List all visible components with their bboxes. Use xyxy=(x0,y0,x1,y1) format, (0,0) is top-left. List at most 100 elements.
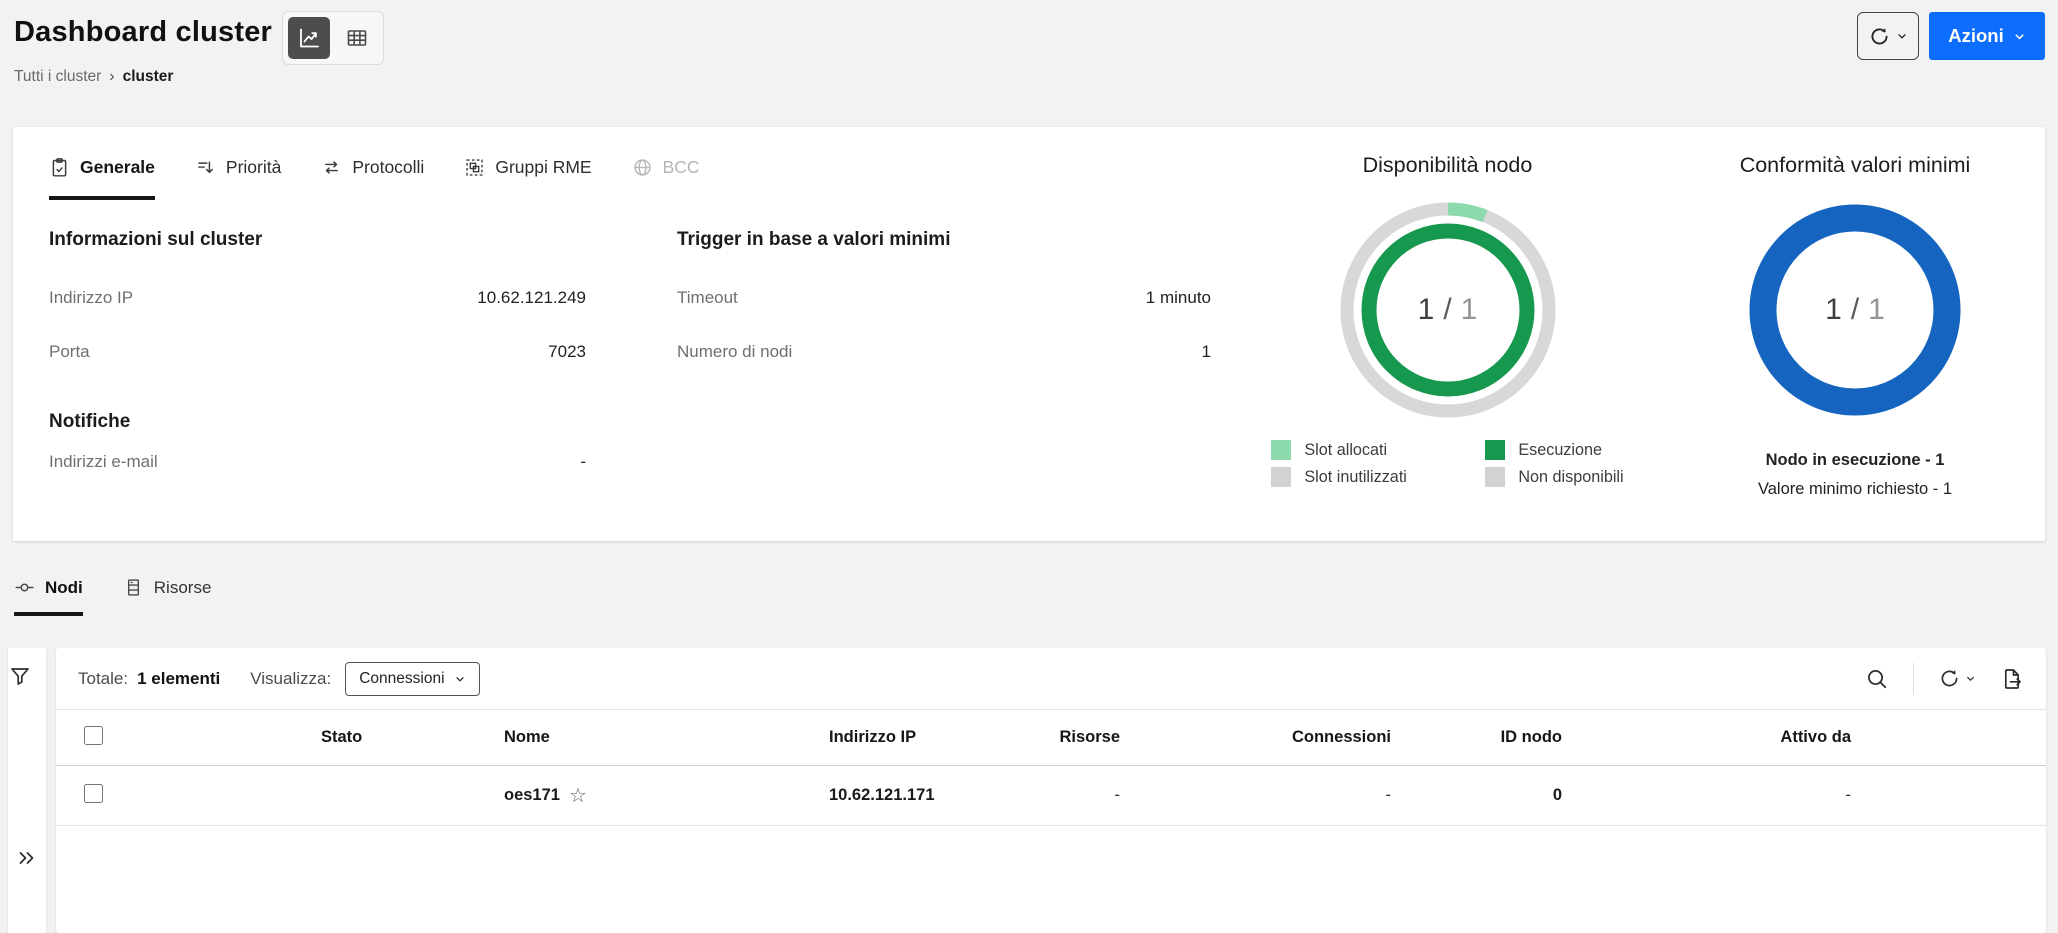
view-label: Visualizza: xyxy=(250,669,331,689)
tab-label: Priorità xyxy=(226,157,281,178)
tab-risorse[interactable]: Risorse xyxy=(123,577,212,616)
total-label: Totale: xyxy=(78,669,128,689)
info-label: Indirizzo IP xyxy=(49,288,133,308)
legend-swatch xyxy=(1485,467,1505,487)
breadcrumb-current: cluster xyxy=(123,68,174,86)
double-chevron-right-icon xyxy=(15,846,39,870)
tab-nodi[interactable]: Nodi xyxy=(14,577,83,616)
table-toolbar: Totale: 1 elementi Visualizza: Connessio… xyxy=(56,648,2046,710)
legend-item-esecuzione: Esecuzione xyxy=(1485,440,1623,460)
section-title: Trigger in base a valori minimi xyxy=(677,227,1211,253)
table-toolbar-actions xyxy=(1865,663,2024,695)
info-value: - xyxy=(580,452,586,472)
clipboard-check-icon xyxy=(49,157,70,178)
ratio-separator: / xyxy=(1851,293,1859,327)
tab-generale[interactable]: Generale xyxy=(49,157,155,200)
node-attivo-da: - xyxy=(1562,786,1851,805)
column-header-id-nodo: ID nodo xyxy=(1391,728,1562,747)
availability-donut: 1 / 1 xyxy=(1332,194,1564,426)
tab-label: Generale xyxy=(80,157,155,178)
info-row-email: Indirizzi e-mail - xyxy=(49,435,586,489)
chevron-down-icon xyxy=(2013,30,2026,43)
refresh-icon xyxy=(1868,25,1891,48)
chart-view-button[interactable] xyxy=(288,17,330,59)
legend-swatch xyxy=(1271,440,1291,460)
filter-button[interactable] xyxy=(8,664,32,688)
column-header-attivo-da: Attivo da xyxy=(1562,728,1851,747)
legend-label: Slot inutilizzati xyxy=(1304,468,1407,487)
column-header-stato: Stato xyxy=(126,728,456,747)
legend-swatch xyxy=(1271,467,1291,487)
tab-bcc: BCC xyxy=(632,157,700,200)
tab-priorita[interactable]: Priorità xyxy=(195,157,281,200)
tab-gruppi-rme[interactable]: Gruppi RME xyxy=(464,157,591,200)
export-button[interactable] xyxy=(2000,667,2024,691)
refresh-icon xyxy=(1938,667,1961,690)
node-name[interactable]: oes171 xyxy=(504,786,560,805)
compliance-annotation: Nodo in esecuzione - 1 Valore minimo ric… xyxy=(1665,446,2045,504)
chart-title: Conformità valori minimi xyxy=(1665,153,2045,178)
info-value: 1 minuto xyxy=(1146,288,1211,308)
running-count: 1 xyxy=(1418,293,1435,327)
legend-item-slot-allocati: Slot allocati xyxy=(1271,440,1461,460)
legend-item-non-disponibili: Non disponibili xyxy=(1485,467,1623,487)
info-value: 7023 xyxy=(548,342,586,362)
info-value: 10.62.121.249 xyxy=(477,288,586,308)
total-count: 1 elementi xyxy=(137,669,220,689)
legend-item-slot-inutilizzati: Slot inutilizzati xyxy=(1271,467,1461,487)
column-header-risorse: Risorse xyxy=(1006,728,1120,747)
favorite-star-icon[interactable]: ☆ xyxy=(569,786,587,806)
page-title: Dashboard cluster xyxy=(14,16,272,49)
page-header: Dashboard cluster Tutti i cluster › clus… xyxy=(0,0,2058,127)
node-availability-chart: Disponibilità nodo 1 / 1 Slot allocati E… xyxy=(1250,153,1645,487)
trigger-info-column: Trigger in base a valori minimi Timeout … xyxy=(677,227,1211,489)
running-count: 1 xyxy=(1825,293,1842,327)
table-icon xyxy=(345,26,369,50)
info-label: Numero di nodi xyxy=(677,342,792,362)
required-count: 1 xyxy=(1868,293,1885,327)
table-header-row: Stato Nome Indirizzo IP Risorse Connessi… xyxy=(56,710,2046,766)
line-chart-icon xyxy=(297,26,321,50)
node-connessioni: - xyxy=(1120,786,1391,805)
expand-panel-button[interactable] xyxy=(8,846,46,870)
export-document-icon xyxy=(2000,667,2024,691)
transfer-arrows-icon xyxy=(321,157,342,178)
sort-priority-icon xyxy=(195,157,216,178)
header-actions: Azioni xyxy=(1857,12,2045,60)
info-row-numero-nodi: Numero di nodi 1 xyxy=(677,325,1211,379)
tab-label: Gruppi RME xyxy=(495,157,591,178)
minimum-compliance-chart: Conformità valori minimi 1 / 1 Nodo in e… xyxy=(1665,153,2045,504)
legend-label: Esecuzione xyxy=(1518,441,1602,460)
filter-funnel-icon xyxy=(8,664,32,688)
view-selected-value: Connessioni xyxy=(359,670,444,688)
refresh-button[interactable] xyxy=(1857,12,1919,60)
table-refresh-button[interactable] xyxy=(1938,667,1976,690)
column-header-nome: Nome xyxy=(456,728,780,747)
required-minimum-text: Valore minimo richiesto - 1 xyxy=(1665,475,2045,504)
search-button[interactable] xyxy=(1865,667,1889,691)
table-row[interactable]: oes171 ☆ 10.62.121.171 - - 0 - xyxy=(56,766,2046,826)
info-row-porta: Porta 7023 xyxy=(49,325,586,379)
tab-protocolli[interactable]: Protocolli xyxy=(321,157,424,200)
section-title: Informazioni sul cluster xyxy=(49,227,586,253)
breadcrumb-separator-icon: › xyxy=(109,68,114,86)
table-view-button[interactable] xyxy=(336,17,378,59)
running-node-text: Nodo in esecuzione - 1 xyxy=(1665,446,2045,475)
nodes-tab-bar: Nodi Risorse xyxy=(14,577,211,616)
info-row-indirizzo-ip: Indirizzo IP 10.62.121.249 xyxy=(49,271,586,325)
row-checkbox[interactable] xyxy=(84,784,103,803)
tab-label: Risorse xyxy=(154,578,212,598)
info-value: 1 xyxy=(1202,342,1211,362)
search-icon xyxy=(1865,667,1889,691)
actions-button-label: Azioni xyxy=(1948,25,2004,47)
info-row-timeout: Timeout 1 minuto xyxy=(677,271,1211,325)
breadcrumb-parent-link[interactable]: Tutti i cluster xyxy=(14,68,101,86)
cluster-info-column: Informazioni sul cluster Indirizzo IP 10… xyxy=(49,227,586,489)
toolbar-divider xyxy=(1913,663,1914,695)
view-select-dropdown[interactable]: Connessioni xyxy=(345,662,479,696)
tab-label: BCC xyxy=(663,157,700,178)
chevron-down-icon xyxy=(454,673,466,685)
actions-button[interactable]: Azioni xyxy=(1929,12,2045,60)
ratio-separator: / xyxy=(1443,293,1451,327)
select-all-checkbox[interactable] xyxy=(84,726,103,745)
